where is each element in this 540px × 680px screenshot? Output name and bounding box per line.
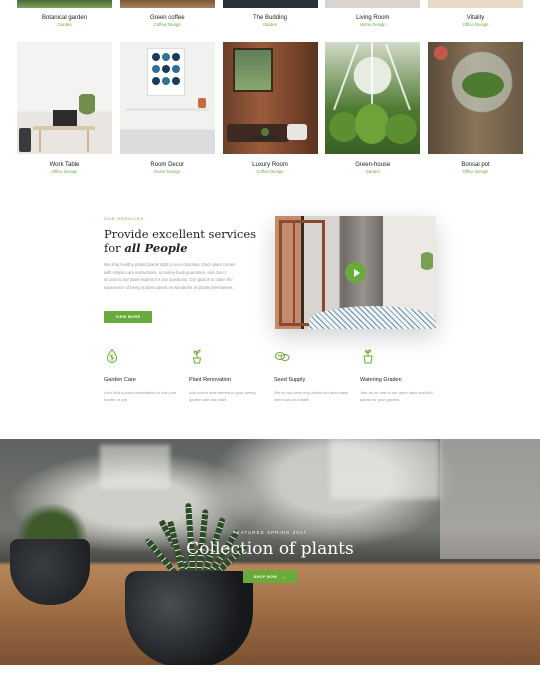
portfolio-category[interactable]: Home Design (325, 22, 420, 27)
service-desc: Add colour and interest to your spring g… (189, 389, 256, 402)
portfolio-title: Green coffee (149, 15, 185, 21)
portfolio-card-bonsai-pot[interactable]: Bonsai pot Office Design (428, 42, 523, 174)
portfolio-title: Luxury Room (252, 162, 288, 168)
service-title: Watering Graden (360, 377, 402, 383)
portfolio-category[interactable]: Coffee Design (120, 22, 215, 27)
hero-title: Collection of plants (186, 539, 354, 559)
portfolio-card-room-decor[interactable]: Room Decor Home Design (119, 42, 215, 174)
portfolio-card-work-table[interactable]: Work Table Office Design (17, 42, 112, 174)
portfolio-title: Work Table (49, 162, 80, 168)
portfolio-category[interactable]: Office Design (428, 22, 523, 27)
portfolio-thumbnail (325, 0, 421, 8)
portfolio-thumbnail (325, 42, 421, 154)
heading-line-1: Provide excellent services (104, 227, 257, 241)
arrow-right-icon: → (281, 573, 287, 580)
view-more-button[interactable]: VIEW MORE (104, 311, 152, 323)
portfolio-thumbnail (119, 42, 215, 154)
portfolio-card-green-coffee[interactable]: Green coffee Coffee Design (119, 0, 215, 27)
section-heading: Provide excellent services for all Peopl… (104, 227, 264, 255)
portfolio-title: Living Room (356, 15, 390, 21)
video-thumbnail[interactable] (275, 216, 436, 329)
portfolio-thumbnail (428, 0, 523, 8)
section-eyebrow: Our Services (104, 216, 144, 221)
service-title: Seed Supply (274, 377, 306, 383)
portfolio-title: Vitality (466, 15, 485, 21)
hero-kicker: FEATURED SPRING 2017 (233, 530, 307, 535)
heading-line-2-prefix: for (104, 241, 125, 255)
portfolio-row-bottom: Work Table Office Design Room Decor Home… (17, 42, 523, 174)
portfolio-title: Botanical garden (41, 15, 88, 21)
service-title: Plant Renovation (189, 377, 231, 383)
portfolio-thumbnail (222, 42, 318, 154)
portfolio-card-luxury-room[interactable]: Luxury Room Coffee Design (222, 42, 318, 174)
service-desc: We do not have only plants but also many… (274, 389, 349, 402)
portfolio-title: Green-house (355, 162, 391, 168)
portfolio-row-top: Botanical garden Garden Green coffee Cof… (17, 0, 523, 27)
portfolio-thumbnail (428, 42, 523, 154)
portfolio-category[interactable]: Coffee Design (223, 169, 318, 174)
service-garden-care: Garden Care Let's find a plant combinati… (104, 348, 184, 403)
portfolio-thumbnail (119, 0, 215, 8)
portfolio-category[interactable]: Office Design (428, 169, 523, 174)
watering-icon (363, 349, 373, 364)
portfolio-title: The Budding (252, 15, 288, 21)
portfolio-category[interactable]: Garden (325, 169, 420, 174)
service-seed-supply: Seed Supply We do not have only plants b… (274, 348, 354, 403)
drop-icon (106, 348, 118, 363)
portfolio-title: Bonsai pot (461, 162, 490, 168)
shop-now-label: SHOP NOW (253, 574, 278, 579)
service-title: Garden Care (104, 377, 136, 383)
plant-pot-image (125, 571, 253, 665)
heading-emphasis: all People (124, 241, 188, 255)
service-watering-garden: Watering Graden Join us for one of our o… (360, 348, 440, 403)
portfolio-title: Room Decor (150, 162, 185, 168)
portfolio-category[interactable]: Garden (223, 22, 318, 27)
portfolio-card-botanical-garden[interactable]: Botanical garden Garden (17, 0, 112, 27)
section-body: We ship healthy potted plants right to y… (104, 262, 236, 290)
hero-banner: FEATURED SPRING 2017 Collection of plant… (0, 439, 540, 665)
portfolio-card-living-room[interactable]: Living Room Home Design (325, 0, 421, 27)
portfolio-thumbnail (17, 42, 112, 154)
play-icon[interactable] (345, 262, 366, 283)
portfolio-thumbnail (222, 0, 318, 8)
seed-icon (275, 352, 290, 361)
portfolio-card-the-budding[interactable]: The Budding Garden (222, 0, 318, 27)
portfolio-category[interactable]: Garden (17, 22, 112, 27)
portfolio-thumbnail (17, 0, 112, 8)
shop-now-button[interactable]: SHOP NOW → (243, 570, 297, 583)
portfolio-card-vitality[interactable]: Vitality Office Design (428, 0, 523, 27)
portfolio-card-green-house[interactable]: Green-house Garden (325, 42, 421, 174)
portfolio-category[interactable]: Home Design (120, 169, 215, 174)
plant-icon (192, 349, 202, 364)
service-plant-renovation: Plant Renovation Add colour and interest… (189, 348, 269, 403)
service-desc: Join us for one of our open days and fin… (360, 389, 433, 402)
service-desc: Let's find a plant combination to suit y… (104, 389, 177, 402)
portfolio-category[interactable]: Office Design (17, 169, 112, 174)
